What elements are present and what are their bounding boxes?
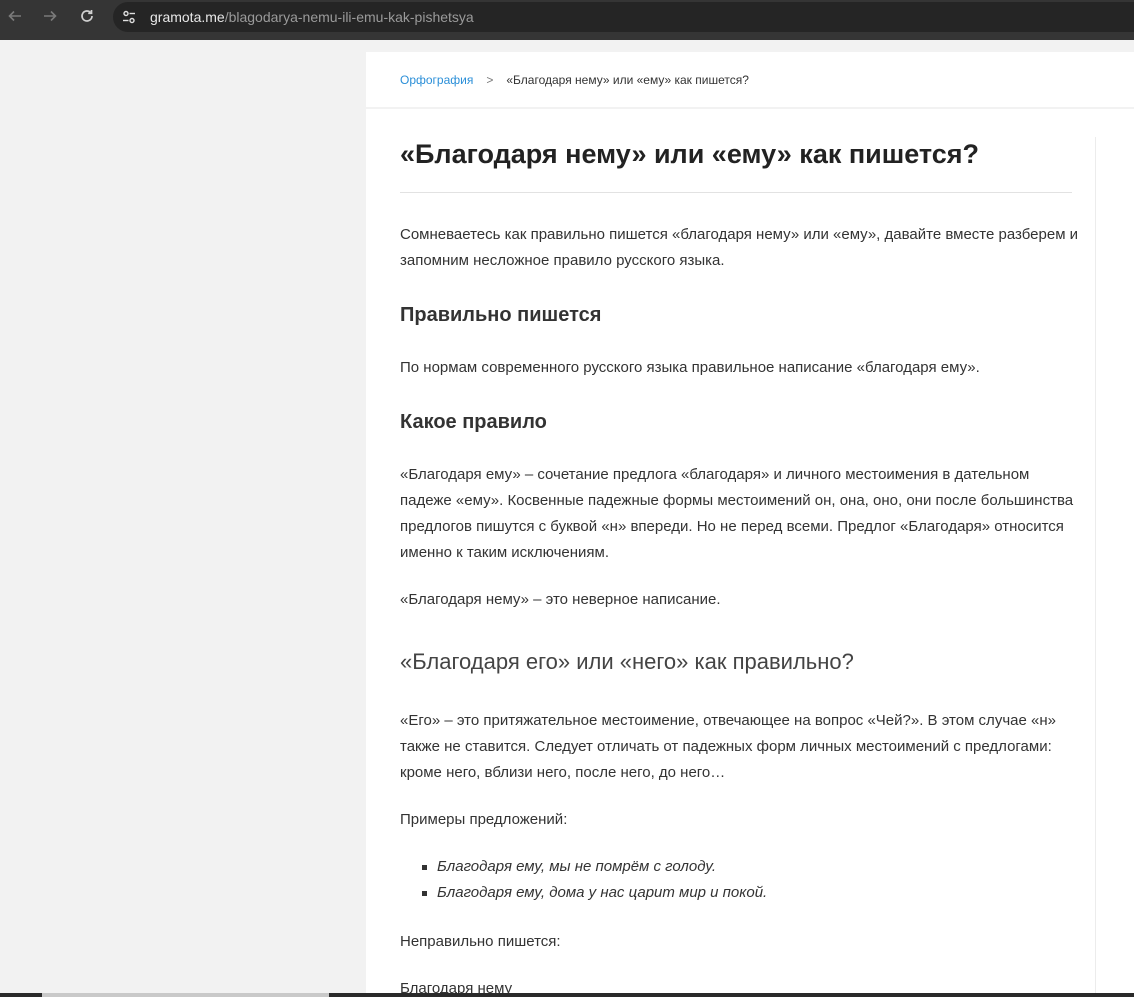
back-icon[interactable] [3,4,27,28]
scrollbar-thumb[interactable] [42,993,329,997]
heading-correct: Правильно пишется [400,304,602,326]
ego-paragraph: «Его» – это притяжательное местоимение, … [400,712,1056,781]
list-item: Благодаря ему, дома у нас царит мир и по… [400,880,767,906]
list-item: Благодаря ему, мы не помрём с голоду. [400,854,767,880]
rule-paragraph: «Благодаря ему» – сочетание предлога «бл… [400,466,1074,561]
examples-label: Примеры предложений: [400,811,568,828]
article: «Благодаря нему» или «ему» как пишется? … [366,109,1134,993]
examples-list: Благодаря ему, мы не помрём с голоду. Бл… [400,854,767,906]
horizontal-scrollbar[interactable] [0,993,1134,997]
forward-icon[interactable] [38,4,62,28]
breadcrumb-separator: > [486,72,494,87]
wrong-label: Неправильно пишется: [400,933,561,950]
correct-paragraph: По нормам современного русского языка пр… [400,359,980,376]
wrong-form-paragraph: «Благодаря нему» – это неверное написани… [400,591,721,608]
heading-ego: «Благодаря его» или «него» как правильно… [400,649,854,674]
browser-toolbar: gramota.me/blagodarya-nemu-ili-emu-kak-p… [0,0,1134,40]
sidebar-divider [1095,137,1096,993]
breadcrumb-category-link[interactable]: Орфография [400,73,473,87]
title-divider [400,192,1072,193]
url-text[interactable]: gramota.me/blagodarya-nemu-ili-emu-kak-p… [150,9,474,25]
intro-paragraph: Сомневаетесь как правильно пишется «благ… [400,226,1079,269]
breadcrumb: Орфография > «Благодаря нему» или «ему» … [366,52,1134,107]
url-host: gramota.me [150,9,225,25]
reload-icon[interactable] [75,4,99,28]
wrong-value: Благодаря нему [400,980,513,993]
url-path: /blagodarya-nemu-ili-emu-kak-pishetsya [224,9,474,25]
address-bar[interactable]: gramota.me/blagodarya-nemu-ili-emu-kak-p… [113,2,1134,32]
site-info-icon[interactable] [115,3,143,31]
heading-rule: Какое правило [400,411,547,433]
page-title: «Благодаря нему» или «ему» как пишется? [400,139,980,169]
breadcrumb-current: «Благодаря нему» или «ему» как пишется? [506,72,749,87]
